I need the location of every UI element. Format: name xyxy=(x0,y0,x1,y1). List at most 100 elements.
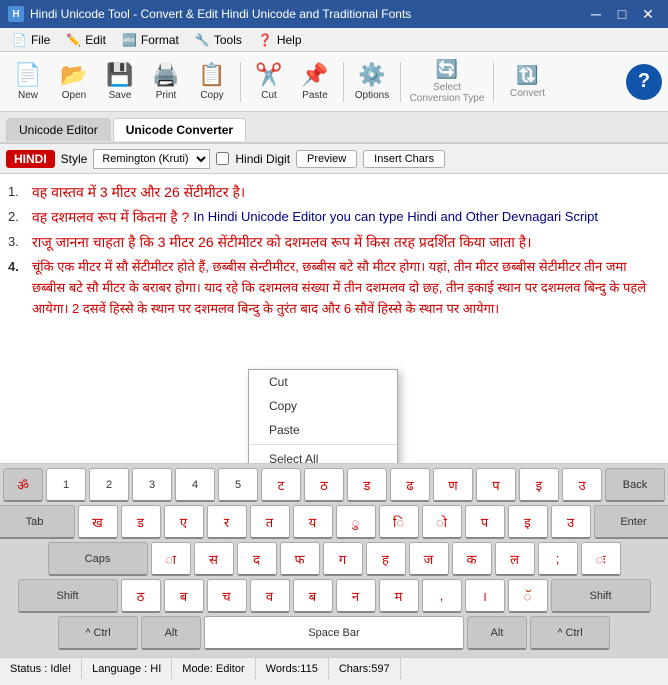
key-2[interactable]: 2 xyxy=(89,468,129,502)
key-quote[interactable]: ः xyxy=(581,542,621,576)
print-icon: 🖨️ xyxy=(152,62,179,88)
key-9[interactable]: ढ xyxy=(390,468,430,502)
key-b[interactable]: ब xyxy=(293,579,333,613)
key-i[interactable]: ि xyxy=(379,505,419,539)
menu-file[interactable]: 📄 File xyxy=(4,31,58,49)
keyboard-row-2: Tab ख ड ए र त य ु ि ो प इ उ Enter xyxy=(4,505,664,539)
key-o[interactable]: ो xyxy=(422,505,462,539)
key-l[interactable]: ल xyxy=(495,542,535,576)
key-ctrl-left[interactable]: ^ Ctrl xyxy=(58,616,138,650)
menu-edit[interactable]: ✏️ Edit xyxy=(58,31,114,49)
key-5[interactable]: 5 xyxy=(218,468,258,502)
menu-format[interactable]: 🔤 Format xyxy=(114,31,187,49)
key-w[interactable]: ड xyxy=(121,505,161,539)
key-d[interactable]: द xyxy=(237,542,277,576)
key-z[interactable]: ठ xyxy=(121,579,161,613)
menu-help[interactable]: ❓ Help xyxy=(250,31,310,49)
key-v[interactable]: व xyxy=(250,579,290,613)
options-button[interactable]: ⚙️ Options xyxy=(350,56,394,108)
key-comma[interactable]: , xyxy=(422,579,462,613)
save-button[interactable]: 💾 Save xyxy=(98,56,142,108)
key-shift-right[interactable]: Shift xyxy=(551,579,651,613)
key-q[interactable]: ख xyxy=(78,505,118,539)
tab-unicode-editor[interactable]: Unicode Editor xyxy=(6,118,111,141)
separator-1 xyxy=(240,62,241,102)
window-title: Hindi Unicode Tool - Convert & Edit Hind… xyxy=(30,7,411,21)
separator-4 xyxy=(493,62,494,102)
minimize-button[interactable]: ─ xyxy=(584,4,608,24)
key-x[interactable]: ब xyxy=(164,579,204,613)
key-backspace[interactable]: Back xyxy=(605,468,665,502)
key-alt-left[interactable]: Alt xyxy=(141,616,201,650)
key-enter[interactable]: Enter xyxy=(594,505,668,539)
key-semicolon[interactable]: ; xyxy=(538,542,578,576)
key-f[interactable]: फ xyxy=(280,542,320,576)
key-shift-left[interactable]: Shift xyxy=(18,579,118,613)
paste-button[interactable]: 📌 Paste xyxy=(293,56,337,108)
ctx-cut[interactable]: Cut xyxy=(249,370,397,394)
key-bracket-r[interactable]: उ xyxy=(551,505,591,539)
key-s[interactable]: स xyxy=(194,542,234,576)
close-button[interactable]: ✕ xyxy=(636,4,660,24)
key-7[interactable]: ठ xyxy=(304,468,344,502)
menu-tools[interactable]: 🔧 Tools xyxy=(187,31,250,49)
keyboard-row-3: Caps ा स द फ ग ह ज क ल ; ः xyxy=(4,542,664,576)
key-m[interactable]: म xyxy=(379,579,419,613)
key-k[interactable]: क xyxy=(452,542,492,576)
key-c[interactable]: च xyxy=(207,579,247,613)
key-n[interactable]: न xyxy=(336,579,376,613)
key-3[interactable]: 3 xyxy=(132,468,172,502)
cut-button[interactable]: ✂️ Cut xyxy=(247,56,291,108)
print-button[interactable]: 🖨️ Print xyxy=(144,56,188,108)
key-backslash[interactable]: उ xyxy=(562,468,602,502)
editor-area[interactable]: 1. वह वास्तव में 3 मीटर और 26 सेंटीमीटर … xyxy=(0,174,668,464)
ctx-select-all[interactable]: Select All xyxy=(249,447,397,464)
key-caps[interactable]: Caps xyxy=(48,542,148,576)
key-ctrl-right[interactable]: ^ Ctrl xyxy=(530,616,610,650)
key-slash[interactable]: ॅ xyxy=(508,579,548,613)
key-e[interactable]: ए xyxy=(164,505,204,539)
key-1[interactable]: 1 xyxy=(46,468,86,502)
key-p[interactable]: प xyxy=(465,505,505,539)
key-8[interactable]: ड xyxy=(347,468,387,502)
copy-button[interactable]: 📋 Copy xyxy=(190,56,234,108)
key-space[interactable]: Space Bar xyxy=(204,616,464,650)
select-conversion-button[interactable]: 🔄 Select Conversion Type xyxy=(407,56,487,108)
key-r[interactable]: र xyxy=(207,505,247,539)
tab-bar: Unicode Editor Unicode Converter xyxy=(0,112,668,144)
open-button[interactable]: 📂 Open xyxy=(52,56,96,108)
ctx-copy[interactable]: Copy xyxy=(249,394,397,418)
convert-button[interactable]: 🔃 Convert xyxy=(500,56,555,108)
key-u[interactable]: ु xyxy=(336,505,376,539)
paste-icon: 📌 xyxy=(301,62,328,88)
key-bracket-l[interactable]: इ xyxy=(508,505,548,539)
insert-chars-button[interactable]: Insert Chars xyxy=(363,150,445,168)
key-g[interactable]: ग xyxy=(323,542,363,576)
help-circle-button[interactable]: ? xyxy=(626,64,662,100)
key-tab[interactable]: Tab xyxy=(0,505,75,539)
key-a[interactable]: ा xyxy=(151,542,191,576)
key-y[interactable]: य xyxy=(293,505,333,539)
key-alt-right[interactable]: Alt xyxy=(467,616,527,650)
key-t[interactable]: त xyxy=(250,505,290,539)
hindi-digit-checkbox[interactable] xyxy=(216,152,229,165)
preview-button[interactable]: Preview xyxy=(296,150,357,168)
window-controls: ─ □ ✕ xyxy=(584,4,660,24)
key-j[interactable]: ज xyxy=(409,542,449,576)
key-h[interactable]: ह xyxy=(366,542,406,576)
keyboard-row-5: ^ Ctrl Alt Space Bar Alt ^ Ctrl xyxy=(4,616,664,650)
key-minus[interactable]: प xyxy=(476,468,516,502)
new-button[interactable]: 📄 New xyxy=(6,56,50,108)
ctx-paste[interactable]: Paste xyxy=(249,418,397,442)
style-select[interactable]: Remington (Kruti) Inscript xyxy=(93,149,210,169)
key-backtick[interactable]: ॐ xyxy=(3,468,43,502)
edit-icon: ✏️ xyxy=(66,33,81,47)
conversion-icon: 🔄 xyxy=(436,59,458,80)
tab-unicode-converter[interactable]: Unicode Converter xyxy=(113,118,246,141)
key-0[interactable]: ण xyxy=(433,468,473,502)
key-equals[interactable]: इ xyxy=(519,468,559,502)
key-4[interactable]: 4 xyxy=(175,468,215,502)
maximize-button[interactable]: □ xyxy=(610,4,634,24)
key-6[interactable]: ट xyxy=(261,468,301,502)
key-period[interactable]: । xyxy=(465,579,505,613)
